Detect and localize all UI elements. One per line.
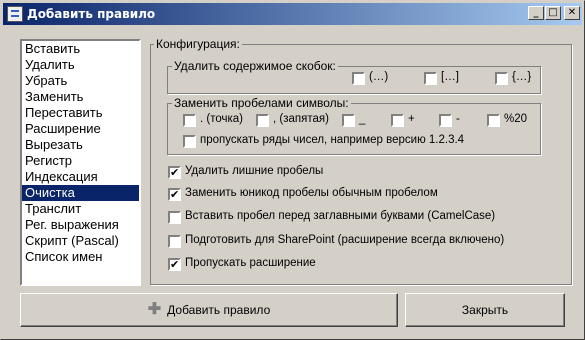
sharepoint-label: Подготовить для SharePoint (расширение в…	[185, 234, 505, 246]
window-title: Добавить правило	[27, 7, 156, 21]
underscore-label: _	[359, 113, 366, 125]
checkbox-dot[interactable]	[183, 114, 196, 127]
list-item-replace[interactable]: Заменить	[22, 89, 139, 105]
checkbox-skip-number-sequences[interactable]	[183, 135, 196, 148]
list-item-extension[interactable]: Расширение	[22, 121, 139, 137]
square-brackets-label: […]	[441, 71, 459, 83]
checkbox-comma[interactable]	[256, 114, 269, 127]
title-bar[interactable]: Добавить правило _ □ ✕	[3, 3, 582, 25]
spaces-group	[167, 103, 541, 155]
config-group-title: Конфигурация:	[154, 37, 242, 51]
checkbox-replace-unicode-spaces[interactable]: ✔	[168, 188, 181, 201]
list-item-regex[interactable]: Рег. выражения	[22, 217, 139, 233]
list-item-transliterate[interactable]: Транслит	[22, 201, 139, 217]
replace-unicode-spaces-label: Заменить юникод пробелы обычным пробелом	[185, 187, 438, 199]
list-item-delete[interactable]: Удалить	[22, 57, 139, 73]
remove-extra-spaces-label: Удалить лишние пробелы	[185, 165, 324, 177]
maximize-button[interactable]: □	[545, 6, 561, 20]
checkbox-round-brackets[interactable]	[352, 72, 365, 85]
checkbox-square-brackets[interactable]	[424, 72, 437, 85]
checkbox-underscore[interactable]	[342, 114, 355, 127]
checkbox-remove-extra-spaces[interactable]: ✔	[168, 166, 181, 179]
app-icon	[7, 6, 23, 22]
checkbox-skip-extension[interactable]: ✔	[168, 258, 181, 271]
add-rule-label: Добавить правило	[167, 303, 271, 317]
list-item-cleanup[interactable]: Очистка	[22, 185, 139, 201]
dialog-window: Добавить правило _ □ ✕ Вставить Удалить …	[0, 0, 585, 340]
spaces-group-title: Заменить пробелами символы:	[172, 96, 351, 110]
checkbox-sharepoint[interactable]	[168, 235, 181, 248]
close-dialog-label: Закрыть	[461, 303, 509, 317]
plus-label: +	[408, 113, 415, 125]
list-item-insert[interactable]: Вставить	[22, 41, 139, 57]
close-button[interactable]: ✕	[564, 6, 580, 20]
add-rule-button[interactable]: ✚ Добавить правило	[20, 293, 398, 327]
plus-icon: ✚	[147, 301, 162, 318]
dot-label: . (точка)	[200, 113, 244, 125]
list-item-case[interactable]: Регистр	[22, 153, 139, 169]
skip-extension-label: Пропускать расширение	[185, 257, 316, 269]
list-item-names-list[interactable]: Список имен	[22, 249, 139, 265]
skip-number-sequences-label: пропускать ряды чисел, например версию 1…	[200, 134, 465, 146]
brackets-group-title: Удалить содержимое скобок:	[172, 59, 338, 73]
list-item-rearrange[interactable]: Переставить	[22, 105, 139, 121]
checkbox-camelcase[interactable]	[168, 211, 181, 224]
percent20-label: %20	[504, 113, 528, 125]
checkbox-percent20[interactable]	[487, 114, 500, 127]
round-brackets-label: (…)	[369, 71, 389, 83]
list-item-remove[interactable]: Убрать	[22, 73, 139, 89]
curly-brackets-label: {…}	[512, 71, 532, 83]
checkbox-curly-brackets[interactable]	[495, 72, 508, 85]
minus-label: -	[456, 113, 460, 125]
minimize-button[interactable]: _	[528, 6, 544, 20]
comma-label: , (запятая)	[273, 113, 329, 125]
rule-type-list[interactable]: Вставить Удалить Убрать Заменить Переста…	[20, 39, 141, 286]
close-dialog-button[interactable]: Закрыть	[405, 293, 565, 327]
list-item-strip[interactable]: Вырезать	[22, 137, 139, 153]
camelcase-label: Вставить пробел перед заглавными буквами…	[185, 210, 496, 222]
checkbox-minus[interactable]	[439, 114, 452, 127]
list-item-script[interactable]: Скрипт (Pascal)	[22, 233, 139, 249]
checkbox-plus[interactable]	[391, 114, 404, 127]
list-item-serialize[interactable]: Индексация	[22, 169, 139, 185]
